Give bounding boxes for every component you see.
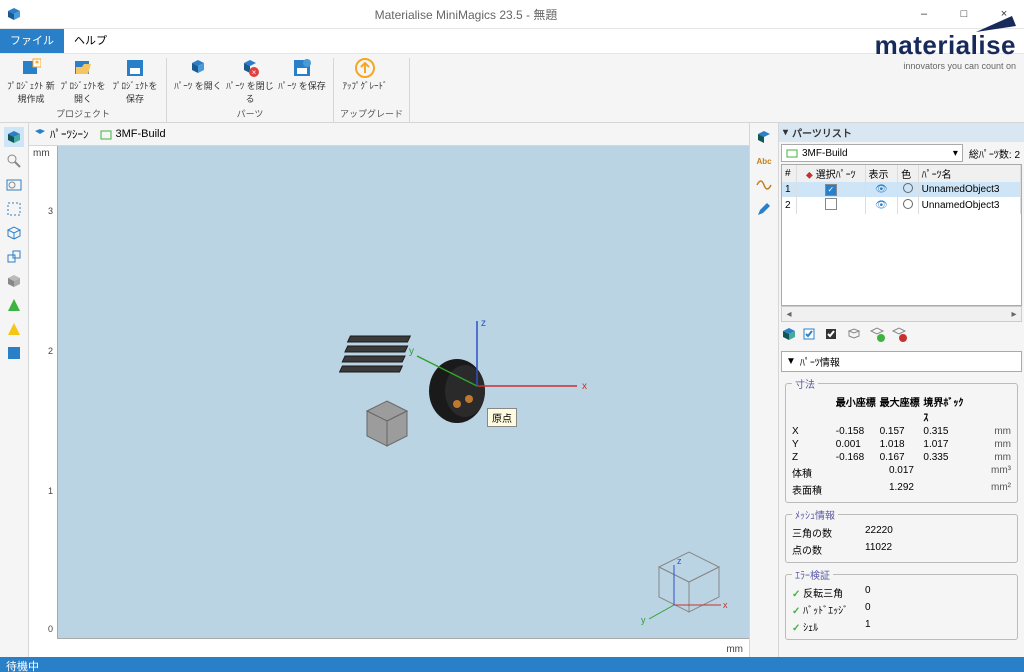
tool-wire[interactable]	[4, 223, 24, 243]
brand-logo: materialise innovators you can count on	[875, 30, 1016, 71]
ruler-x: mm	[57, 638, 749, 657]
close-part-button[interactable]: × ﾊﾟｰﾂ を閉じる	[225, 58, 275, 105]
origin-tooltip: 原点	[487, 408, 517, 427]
mesh-group: ﾒｯｼｭ情報 三角の数22220 点の数11022	[785, 507, 1018, 563]
rtool-edit[interactable]	[754, 199, 774, 219]
svg-text:✶: ✶	[34, 58, 41, 67]
parts-list-header: ▾パーツリスト	[779, 123, 1024, 142]
tool-shade[interactable]	[4, 271, 24, 291]
svg-text:z: z	[481, 318, 486, 329]
new-project-icon: ✶	[21, 58, 41, 78]
status-bar: 待機中	[0, 657, 1024, 672]
parts-row-2[interactable]: 2 👁 UnnamedObject3	[782, 197, 1021, 214]
svg-text:x: x	[582, 381, 587, 392]
open-part-icon	[188, 58, 208, 78]
tool-zoom-fit[interactable]	[4, 175, 24, 195]
orientation-indicator[interactable]: x y z	[639, 537, 729, 627]
action-uncheck-icon[interactable]	[825, 326, 841, 345]
minimize-button[interactable]: –	[904, 0, 944, 28]
part-info-header[interactable]: ▼ﾊﾟｰﾂ情報	[781, 351, 1022, 372]
parts-action-bar	[779, 322, 1024, 349]
window-title: Materialise MiniMagics 23.5 - 無題	[28, 6, 904, 23]
new-project-button[interactable]: ✶ ﾌﾟﾛｼﾞｪｸﾄ 新規作成	[6, 58, 56, 105]
ribbon-group-upgrade: アップグレード	[340, 107, 403, 122]
tool-tri-yellow[interactable]	[4, 319, 24, 339]
build-selector[interactable]: 3MF-Build▾	[781, 144, 963, 162]
tab-scene[interactable]: ﾊﾟｰﾂｼｰﾝ	[33, 126, 89, 142]
open-project-button[interactable]: ﾌﾟﾛｼﾞｪｸﾄを開く	[58, 58, 108, 105]
tool-square-blue[interactable]	[4, 343, 24, 363]
parts-row-1[interactable]: 1 ✓ 👁 UnnamedObject3	[782, 182, 1021, 197]
action-cube-x-icon[interactable]	[891, 326, 907, 345]
app-icon	[6, 6, 22, 22]
right-panel: ▾パーツリスト 3MF-Build▾ 総ﾊﾟｰﾂ数: 2 # ⬥ 選択ﾊﾟｰﾂ …	[778, 123, 1024, 657]
tab-build[interactable]: 3MF-Build	[99, 127, 166, 141]
close-part-icon: ×	[240, 58, 260, 78]
action-cube-blue-icon[interactable]	[781, 326, 797, 345]
tool-cube[interactable]	[4, 127, 24, 147]
open-project-icon	[73, 58, 93, 78]
left-toolbar	[0, 123, 29, 657]
action-cube-plus-icon[interactable]	[869, 326, 885, 345]
save-project-button[interactable]: ﾌﾟﾛｼﾞｪｸﾄを保存	[110, 58, 160, 105]
save-project-icon	[125, 58, 145, 78]
ribbon-group-parts: パーツ	[173, 107, 327, 122]
svg-text:x: x	[723, 600, 728, 610]
action-cubes-icon[interactable]	[847, 326, 863, 345]
parts-count-label: 総ﾊﾟｰﾂ数: 2	[965, 146, 1024, 161]
error-group: ｴﾗｰ検証 ✓ 反転三角0 ✓ ﾊﾞｯﾄﾞｴｯｼﾞ0 ✓ ｼｪﾙ1	[785, 567, 1018, 640]
save-part-button[interactable]: ﾊﾟｰﾂ を保存	[277, 58, 327, 105]
menu-help[interactable]: ヘルプ	[64, 29, 117, 53]
menu-file[interactable]: ファイル	[0, 29, 64, 53]
tool-multi[interactable]	[4, 247, 24, 267]
ribbon-group-project: プロジェクト	[6, 107, 160, 122]
right-mini-toolbar: Abc	[749, 123, 778, 657]
upgrade-button[interactable]: ｱｯﾌﾟｸﾞﾚｰﾄﾞ	[340, 58, 390, 92]
upgrade-icon	[355, 58, 375, 78]
rtool-tag[interactable]: Abc	[754, 151, 774, 171]
open-part-button[interactable]: ﾊﾟｰﾂ を開く	[173, 58, 223, 105]
rtool-cube[interactable]	[754, 127, 774, 147]
tool-tri-green[interactable]	[4, 295, 24, 315]
viewport-3d[interactable]: mm 3 2 1 0 mm	[57, 146, 749, 657]
parts-table[interactable]: # ⬥ 選択ﾊﾟｰﾂ 表示 色 ﾊﾟｰﾂ名 1 ✓ 👁 UnnamedObjec…	[781, 164, 1022, 306]
action-check-icon[interactable]	[803, 326, 819, 345]
svg-text:y: y	[409, 346, 414, 357]
parts-scrollbar[interactable]: ◂▸	[781, 306, 1022, 322]
dimensions-group: 寸法 最小座標最大座標境界ﾎﾞｯｸｽ X-0.1580.1570.315mm Y…	[785, 376, 1018, 503]
svg-text:y: y	[641, 615, 646, 625]
rtool-wave[interactable]	[754, 175, 774, 195]
ruler-y: mm 3 2 1 0	[29, 146, 58, 639]
tool-zoom[interactable]	[4, 151, 24, 171]
save-part-icon	[292, 58, 312, 78]
svg-text:z: z	[677, 556, 682, 566]
tool-select-box[interactable]	[4, 199, 24, 219]
svg-text:×: ×	[252, 68, 257, 77]
